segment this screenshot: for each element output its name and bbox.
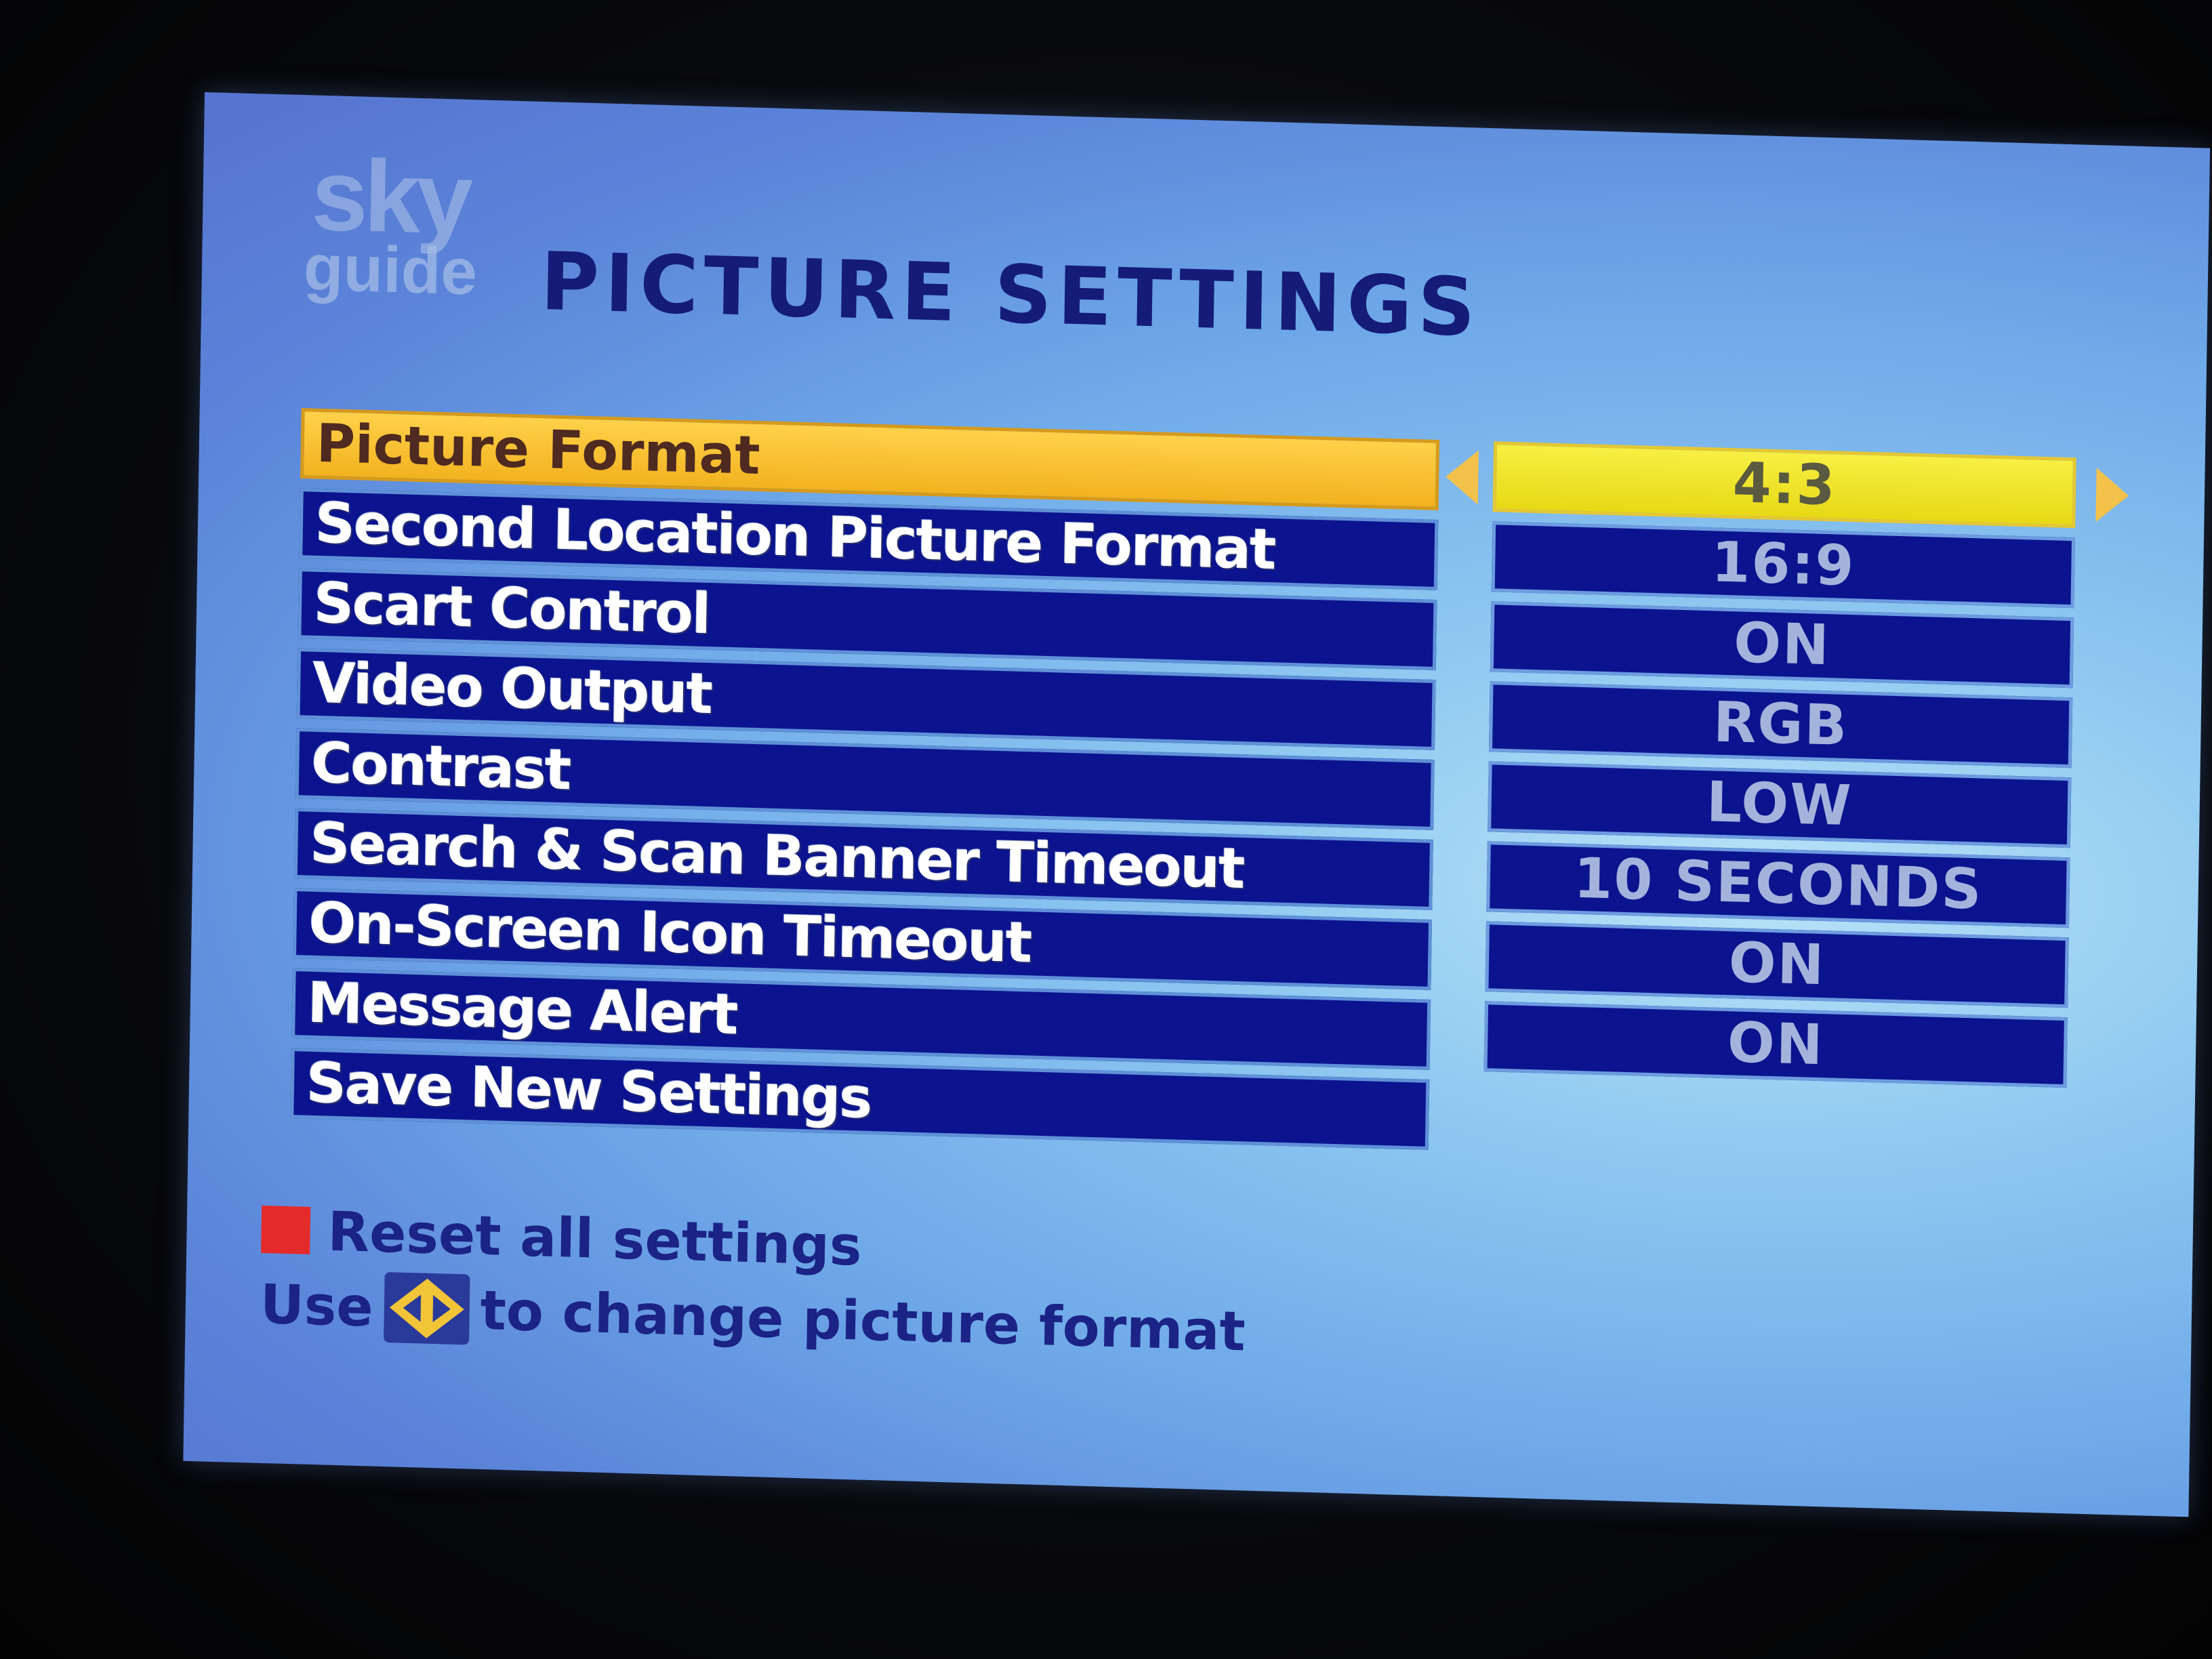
value-second-location-picture-format[interactable]: 16:9	[1491, 521, 2076, 609]
settings-label-list: Picture Format Second Location Picture F…	[290, 408, 1440, 1160]
value-on-screen-icon-timeout[interactable]: ON	[1485, 921, 2069, 1008]
reset-label: Reset all settings	[327, 1200, 863, 1278]
footer-help: Reset all settings Use to change picture…	[260, 1192, 1247, 1369]
value-scart-control[interactable]: ON	[1490, 601, 2074, 689]
value-video-output[interactable]: RGB	[1488, 681, 2073, 769]
settings-value-list: 4:3 16:9 ON RGB LOW 10 SECONDS ON ON	[1445, 441, 2129, 1097]
sky-guide-logo: sky guide	[303, 136, 529, 308]
left-right-arrow-key-icon	[384, 1272, 470, 1345]
hint-prefix: Use	[260, 1272, 374, 1339]
value-contrast[interactable]: LOW	[1488, 761, 2072, 848]
logo-guide-text: guide	[303, 231, 478, 309]
page-title: PICTURE SETTINGS	[539, 234, 1481, 354]
value-message-alert[interactable]: ON	[1483, 1001, 2068, 1088]
tv-screen: sky guide PICTURE SETTINGS Picture Forma…	[183, 92, 2211, 1517]
value-search-scan-banner-timeout[interactable]: 10 SECONDS	[1486, 841, 2070, 928]
arrow-left-icon[interactable]	[1445, 449, 1479, 505]
hint-suffix: to change picture format	[479, 1278, 1246, 1363]
arrow-right-icon[interactable]	[2095, 468, 2129, 523]
red-key-icon	[261, 1205, 311, 1254]
value-picture-format[interactable]: 4:3	[1492, 441, 2076, 529]
